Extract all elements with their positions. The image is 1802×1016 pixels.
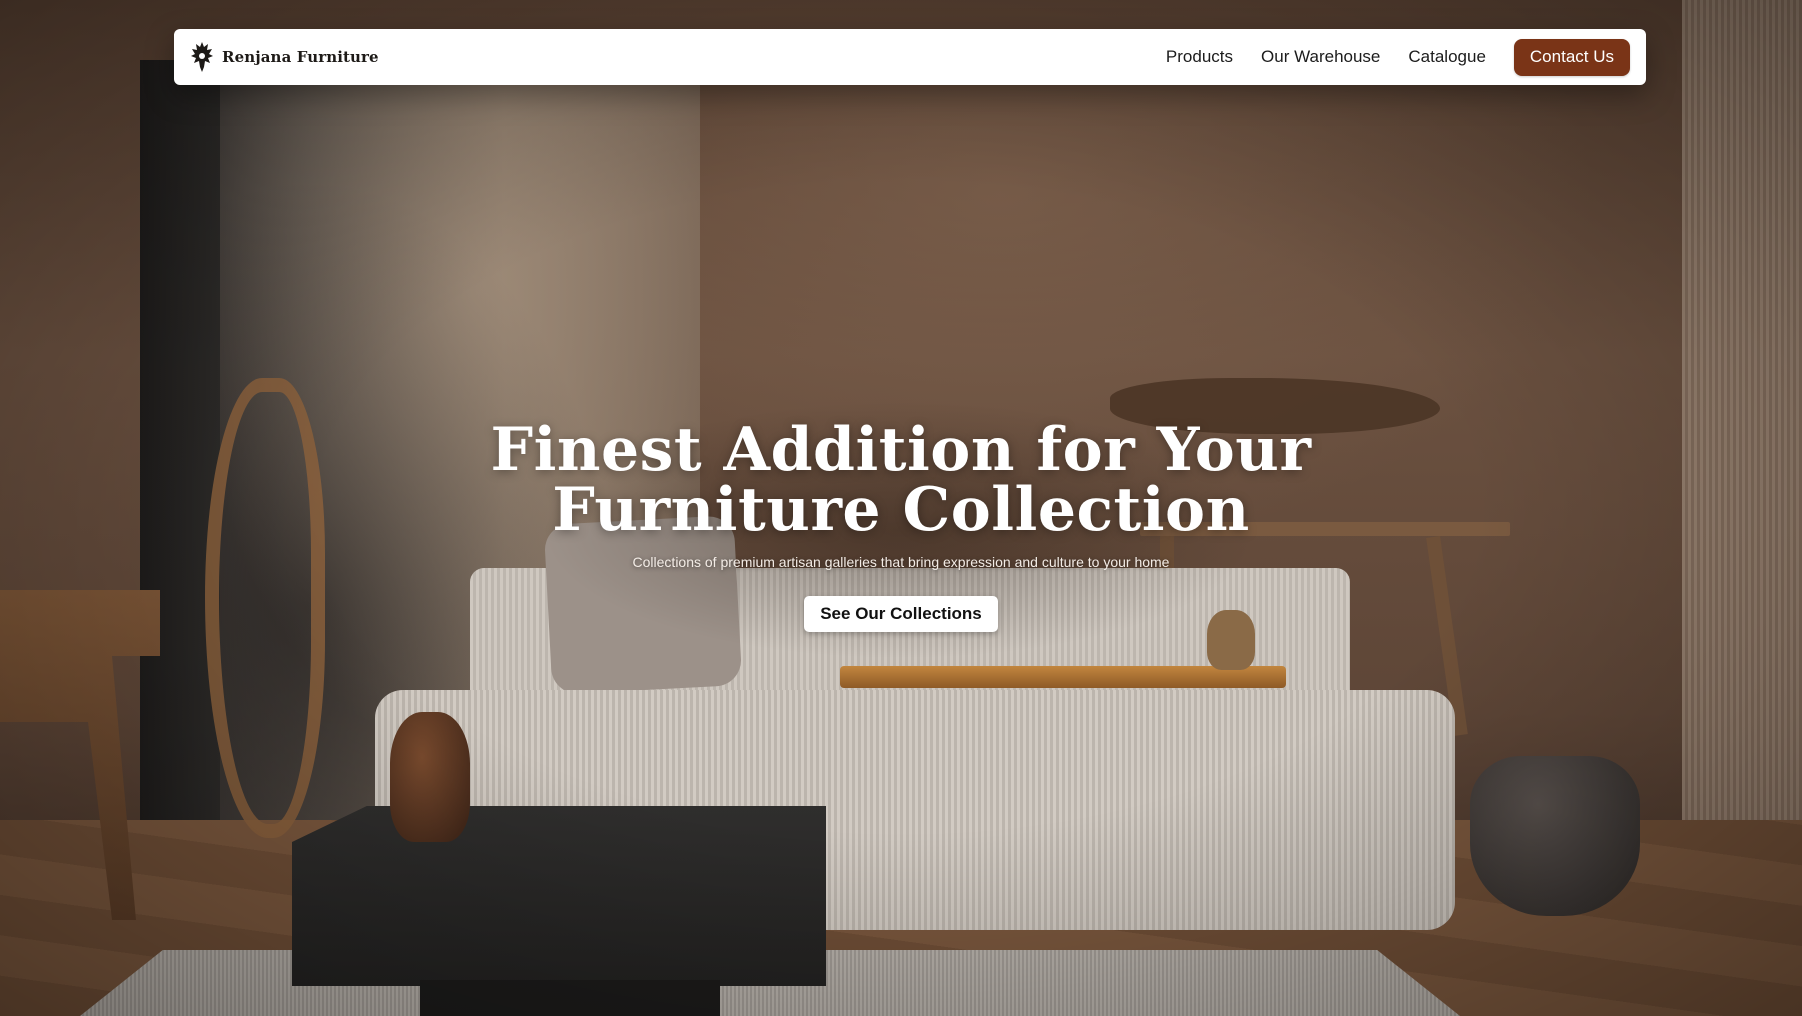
nav-link-products[interactable]: Products — [1166, 47, 1233, 67]
top-navbar: Renjana Furniture Products Our Warehouse… — [174, 29, 1646, 85]
brand-home-link[interactable]: Renjana Furniture — [190, 41, 379, 73]
contact-us-button[interactable]: Contact Us — [1513, 38, 1630, 76]
crest-logo-svg — [191, 42, 213, 72]
ornamental-crest-icon — [190, 41, 214, 73]
nav-link-our-warehouse[interactable]: Our Warehouse — [1261, 47, 1380, 67]
brand-name: Renjana Furniture — [222, 48, 379, 66]
hero-title: Finest Addition for Your Furniture Colle… — [401, 420, 1401, 540]
hero-subtitle: Collections of premium artisan galleries… — [632, 554, 1170, 570]
hero-content: Finest Addition for Your Furniture Colle… — [401, 420, 1401, 632]
hero-title-line-2: Furniture Collection — [552, 475, 1250, 545]
hero-title-line-1: Finest Addition for Your — [490, 415, 1312, 485]
see-collections-button[interactable]: See Our Collections — [804, 596, 998, 632]
nav-links: Products Our Warehouse Catalogue Contact… — [1166, 38, 1630, 76]
nav-link-catalogue[interactable]: Catalogue — [1408, 47, 1486, 67]
